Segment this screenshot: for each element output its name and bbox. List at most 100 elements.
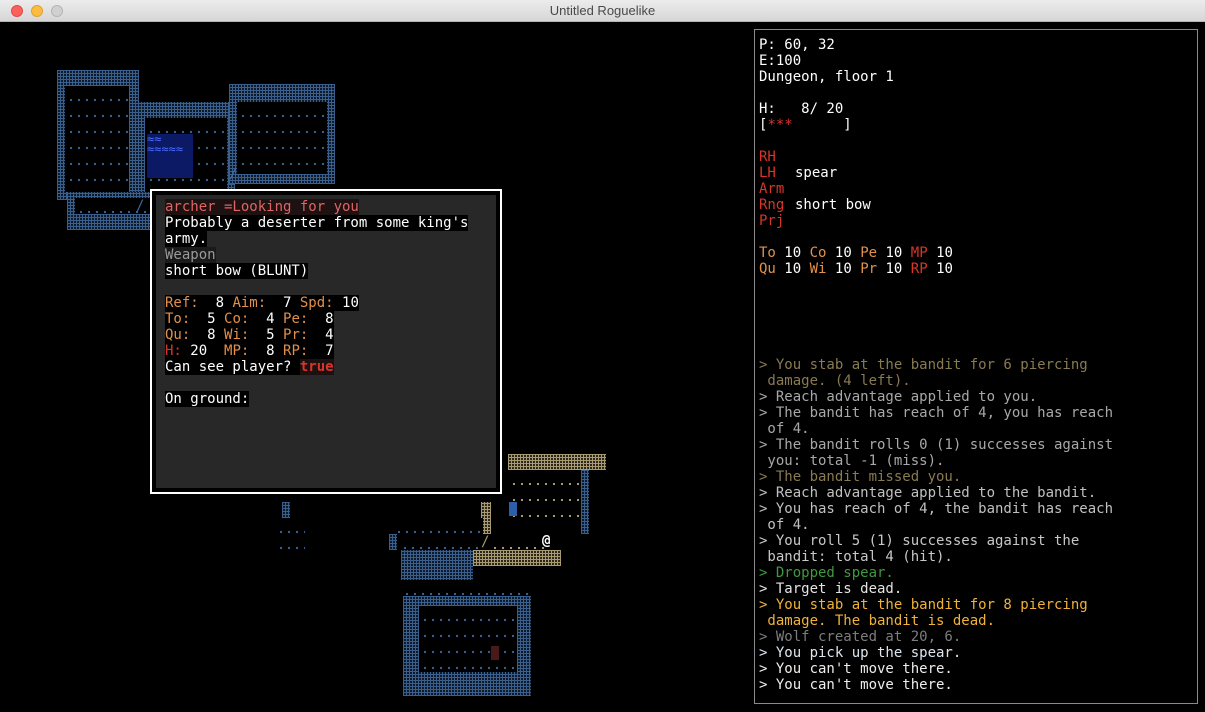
map-floor bbox=[275, 518, 305, 550]
map-wall bbox=[282, 502, 290, 518]
see-player-value: true bbox=[299, 359, 334, 375]
stat-value: 7 bbox=[266, 295, 300, 311]
health-bar-close: ] bbox=[792, 117, 852, 133]
map-wall-lit bbox=[473, 550, 561, 566]
map-door: / bbox=[481, 534, 490, 550]
attr-label: Pe bbox=[860, 245, 878, 261]
stat-label: Aim: bbox=[232, 295, 267, 311]
stat-label: Pe: bbox=[283, 311, 309, 327]
slot-label: Rng bbox=[759, 197, 785, 213]
slot-label: Prj bbox=[759, 213, 785, 229]
monster-description-cont: army. bbox=[165, 231, 208, 247]
equipment-slot: LH spear bbox=[759, 165, 837, 181]
title-bar[interactable]: Untitled Roguelike bbox=[0, 0, 1205, 22]
stat-label: Co: bbox=[224, 311, 250, 327]
see-player-label: Can see player? bbox=[165, 359, 300, 375]
stat-label: RP: bbox=[283, 343, 309, 359]
stat-label: Pr: bbox=[283, 327, 309, 343]
stat-value: 5 bbox=[190, 311, 225, 327]
slot-item: spear bbox=[795, 165, 838, 181]
weapon-label: Weapon bbox=[165, 247, 216, 263]
status-panel: P: 60, 32 E:100 Dungeon, floor 1 H: 8/ 2… bbox=[754, 29, 1198, 704]
slot-item: short bow bbox=[795, 197, 871, 213]
map-wall-lit bbox=[508, 454, 606, 470]
blood-stain bbox=[491, 646, 499, 660]
player-energy: E:100 bbox=[759, 53, 802, 69]
stat-value: 20 bbox=[181, 343, 225, 359]
map-floor-lit bbox=[489, 534, 545, 550]
attribute-row: Qu 10 Wi 10 Pr 10 RP 10 bbox=[759, 261, 953, 277]
see-player-row: Can see player? true bbox=[165, 359, 334, 375]
equipment-slot: Arm bbox=[759, 181, 784, 197]
log-line: of 4. bbox=[759, 421, 810, 437]
attr-label: Qu bbox=[759, 261, 776, 277]
log-line: > You roll 5 (1) successes against the bbox=[759, 533, 1080, 549]
attr-label: MP bbox=[910, 245, 928, 261]
game-viewport[interactable]: ≈≈ ≈≈≈≈≈ / / / @ archer =Looking for you… bbox=[3, 22, 1200, 712]
log-line: damage. The bandit is dead. bbox=[759, 613, 996, 629]
stat-value: 4 bbox=[249, 311, 284, 327]
popup-body: archer =Looking for you Probably a deser… bbox=[156, 195, 496, 488]
log-line: > You stab at the bandit for 6 piercing bbox=[759, 357, 1088, 373]
log-line: > You can't move there. bbox=[759, 677, 953, 693]
monster-description: Probably a deserter from some king's bbox=[165, 215, 469, 231]
stat-value: 8 bbox=[249, 343, 284, 359]
map-door: / bbox=[229, 166, 238, 182]
log-line: > Reach advantage applied to the bandit. bbox=[759, 485, 1097, 501]
stat-label: H: bbox=[165, 343, 182, 359]
attr-value: 10 bbox=[885, 261, 903, 277]
player-position: P: 60, 32 bbox=[759, 37, 835, 53]
map-floor bbox=[419, 606, 517, 672]
stat-row: Qu: 8 Wi: 5 Pr: 4 bbox=[165, 327, 334, 343]
log-line: > Reach advantage applied to you. bbox=[759, 389, 1038, 405]
log-line: > You stab at the bandit for 8 piercing bbox=[759, 597, 1088, 613]
stat-value: 8 bbox=[190, 327, 225, 343]
map-floor bbox=[401, 580, 531, 596]
attr-value: 10 bbox=[784, 245, 802, 261]
window-title: Untitled Roguelike bbox=[549, 3, 656, 18]
stat-value: 8 bbox=[308, 311, 334, 327]
log-line: you: total -1 (miss). bbox=[759, 453, 945, 469]
stat-label: Qu: bbox=[165, 327, 191, 343]
water-pool: ≈≈ ≈≈≈≈≈ bbox=[147, 134, 193, 178]
log-line: > Wolf created at 20, 6. bbox=[759, 629, 962, 645]
stat-value: 10 bbox=[333, 295, 359, 311]
log-line: damage. (4 left). bbox=[759, 373, 911, 389]
stat-value: 7 bbox=[308, 343, 334, 359]
log-line: > You pick up the spear. bbox=[759, 645, 962, 661]
blue-door-marker bbox=[509, 502, 517, 516]
log-line: of 4. bbox=[759, 517, 810, 533]
monster-info-popup: archer =Looking for you Probably a deser… bbox=[150, 189, 502, 494]
log-line: > Dropped spear. bbox=[759, 565, 894, 581]
map-door: / bbox=[136, 198, 145, 214]
stat-label: To: bbox=[165, 311, 191, 327]
stat-label: Ref: bbox=[165, 295, 199, 311]
weapon-value: short bow (BLUNT) bbox=[165, 263, 309, 279]
log-line: > The bandit missed you. bbox=[759, 469, 962, 485]
slot-label: Arm bbox=[759, 181, 785, 197]
stat-row: To: 5 Co: 4 Pe: 8 bbox=[165, 311, 334, 327]
attr-label: RP bbox=[910, 261, 928, 277]
log-line: > You can't move there. bbox=[759, 661, 953, 677]
stat-label: MP: bbox=[224, 343, 250, 359]
map-floor bbox=[393, 518, 483, 534]
dungeon-location: Dungeon, floor 1 bbox=[759, 69, 894, 85]
stat-value: 5 bbox=[249, 327, 284, 343]
on-ground-label: On ground: bbox=[165, 391, 250, 407]
stat-row: H: 20 MP: 8 RP: 7 bbox=[165, 343, 334, 359]
map-floor bbox=[65, 86, 129, 192]
attr-value: 10 bbox=[784, 261, 802, 277]
attr-value: 10 bbox=[834, 261, 852, 277]
attr-value: 10 bbox=[936, 261, 953, 277]
attr-label: Wi bbox=[809, 261, 827, 277]
app-window: Untitled Roguelike ≈≈ ≈≈≈≈≈ / / / @ arch… bbox=[0, 0, 1205, 712]
map-floor bbox=[399, 534, 479, 550]
health-bar-fill: *** bbox=[767, 117, 793, 133]
map-wall bbox=[401, 550, 473, 582]
stat-label: Spd: bbox=[299, 295, 334, 311]
attr-label: To bbox=[759, 245, 776, 261]
equipment-slot: Prj bbox=[759, 213, 784, 229]
stat-value: 8 bbox=[198, 295, 233, 311]
log-line: > The bandit has reach of 4, you has rea… bbox=[759, 405, 1114, 421]
log-line: > The bandit rolls 0 (1) successes again… bbox=[759, 437, 1114, 453]
